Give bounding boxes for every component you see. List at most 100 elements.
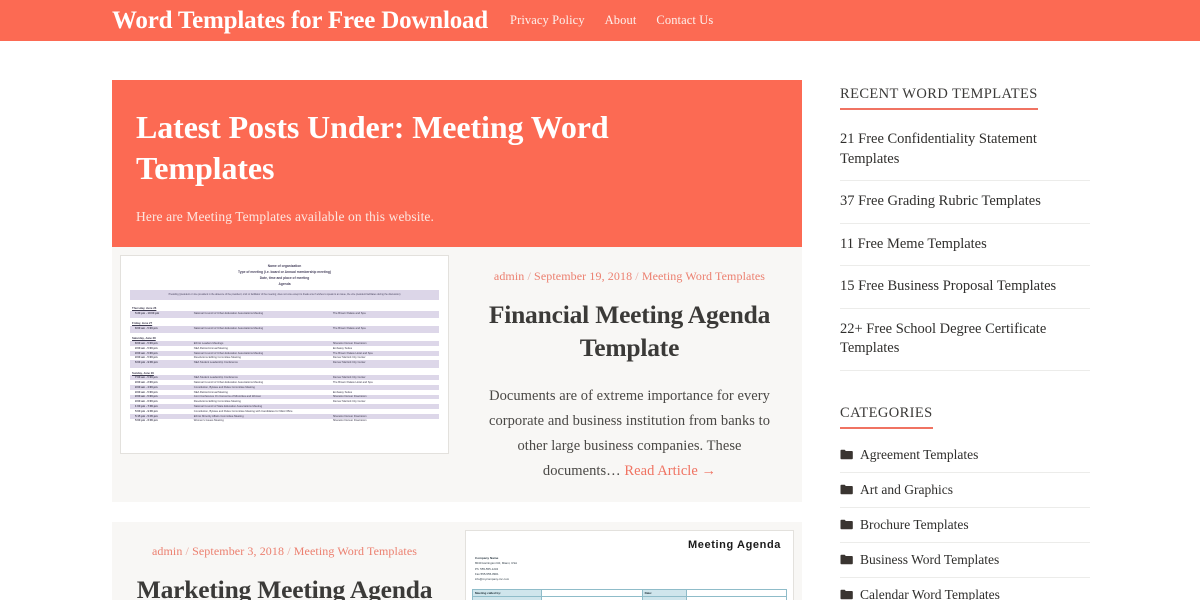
agenda-date-label: Thursday, June 26 [130, 302, 439, 311]
agenda-date-row: Saturday, June 28 [130, 333, 439, 342]
meeting-info-value[interactable] [685, 588, 788, 598]
recent-template-link[interactable]: 15 Free Business Proposal Templates [840, 266, 1090, 308]
archive-hero: Latest Posts Under: Meeting Word Templat… [112, 80, 802, 247]
list-item: Art and Graphics [840, 473, 1090, 508]
recent-template-link[interactable]: 21 Free Confidentiality Statement Templa… [840, 119, 1090, 180]
post-date[interactable]: September 3, 2018 [192, 544, 284, 558]
thumbnail-frame: Meeting Agenda Company Name 8040 Harring… [465, 530, 794, 600]
doc2-title: Meeting Agenda [688, 539, 781, 552]
thumbnail-frame: Name of organization Type of meeting (i.… [120, 255, 449, 454]
agenda-date-label: Friday, June 27 [130, 318, 439, 326]
main-nav: Privacy Policy About Contact Us [510, 13, 713, 29]
post-title: Marketing Meeting Agenda Template [132, 573, 437, 600]
meeting-agenda-form-preview: Meeting Agenda Company Name 8040 Harring… [466, 531, 793, 600]
meta-separator: / [632, 269, 642, 283]
doc-heading-line: Agenda [278, 282, 291, 287]
post-meta: admin / September 3, 2018 / Meeting Word… [152, 544, 417, 559]
meeting-info-table: Meeting called by:Date:Facilitator:Time:… [471, 588, 788, 600]
post-category[interactable]: Meeting Word Templates [294, 544, 417, 558]
company-address: 8040 Harrington Rd, Miami, USA [475, 561, 518, 566]
agenda-date-label: Sunday, June 29 [130, 367, 439, 376]
list-item: Business Word Templates [840, 543, 1090, 578]
agenda-date-row: Thursday, June 26 [130, 302, 439, 311]
company-name: Company Name [475, 556, 499, 561]
folder-icon [840, 519, 853, 530]
widget-title-recent: Recent Word Templates [840, 86, 1038, 110]
post-card: Meeting Agenda Company Name 8040 Harring… [112, 522, 802, 600]
page-title: Latest Posts Under: Meeting Word Templat… [136, 109, 609, 186]
nav-link-privacy-policy[interactable]: Privacy Policy [510, 13, 585, 28]
post-title-link[interactable]: Marketing Meeting Agenda Template [137, 575, 433, 600]
category-label: Calendar Word Templates [860, 586, 1000, 600]
agenda-date-row: Sunday, June 29 [130, 367, 439, 376]
category-link[interactable]: Agreement Templates [840, 438, 1090, 472]
sidebar: Recent Word Templates 21 Free Confidenti… [840, 80, 1090, 600]
doc-note: Presiding (president or vice president i… [130, 290, 439, 300]
page-body: Latest Posts Under: Meeting Word Templat… [0, 41, 1200, 600]
post-text: admin / September 19, 2018 / Meeting Wor… [457, 247, 802, 502]
main-content: Latest Posts Under: Meeting Word Templat… [112, 80, 802, 600]
category-label: Business Word Templates [860, 551, 1000, 567]
post-thumbnail[interactable]: Meeting Agenda Company Name 8040 Harring… [457, 522, 802, 600]
post-card: Name of organization Type of meeting (i.… [112, 247, 802, 503]
recent-template-link[interactable]: 22+ Free School Degree Certificate Templ… [840, 309, 1090, 370]
category-label: Brochure Templates [860, 516, 969, 532]
post-meta: admin / September 19, 2018 / Meeting Wor… [494, 269, 765, 284]
post-category[interactable]: Meeting Word Templates [642, 269, 765, 283]
folder-icon [840, 554, 853, 565]
category-link[interactable]: Calendar Word Templates [840, 578, 1090, 600]
meta-separator: / [182, 544, 193, 559]
nav-link-about[interactable]: About [605, 13, 637, 28]
list-item: Calendar Word Templates [840, 578, 1090, 600]
list-item: 11 Free Meme Templates [840, 224, 1090, 267]
company-fax: Fax:555-555-8901 [475, 571, 499, 576]
categories-list: Agreement Templates Art and Graphics Broch… [840, 438, 1090, 600]
recent-template-link[interactable]: 11 Free Meme Templates [840, 224, 1090, 266]
widget-recent-word-templates: Recent Word Templates 21 Free Confidenti… [840, 85, 1090, 371]
recent-template-link[interactable]: 37 Free Grading Rubric Templates [840, 181, 1090, 223]
list-item: Brochure Templates [840, 508, 1090, 543]
agenda-document-preview: Name of organization Type of meeting (i.… [121, 256, 448, 424]
folder-icon [840, 589, 853, 600]
post-date[interactable]: September 19, 2018 [534, 269, 632, 283]
archive-subtitle: Here are Meeting Templates available on … [136, 208, 435, 224]
read-more-link[interactable]: Read Article → [624, 463, 716, 479]
document-heading: Name of organization Type of meeting (i.… [130, 263, 439, 290]
nav-link-contact-us[interactable]: Contact Us [656, 13, 713, 28]
post-thumbnail[interactable]: Name of organization Type of meeting (i.… [112, 247, 457, 503]
company-phone: Ph: 555-555-1234 [475, 566, 499, 571]
agenda-date-row: Friday, June 27 [130, 318, 439, 326]
meeting-info-value[interactable] [541, 588, 643, 598]
list-item: 37 Free Grading Rubric Templates [840, 181, 1090, 224]
category-label: Agreement Templates [860, 446, 979, 462]
folder-icon [840, 449, 853, 460]
site-title[interactable]: Word Templates for Free Download [112, 8, 488, 33]
agenda-description: Women's Issues Meeting [191, 418, 331, 424]
agenda-table: Thursday, June 26 5:30 pm - 10:00 pm Natio… [130, 302, 439, 424]
post-author[interactable]: admin [152, 544, 183, 558]
site-header: Word Templates for Free Download Privacy… [0, 0, 1200, 41]
agenda-time: 5:00 pm - 6:00 pm [130, 418, 192, 424]
meta-separator: / [524, 269, 535, 283]
agenda-item-row: 5:00 pm - 6:00 pm Women's Issues Meeting S… [130, 418, 439, 424]
post-title-link[interactable]: Financial Meeting Agenda Template [489, 300, 771, 362]
folder-icon [840, 484, 853, 495]
category-link[interactable]: Brochure Templates [840, 508, 1090, 542]
list-item: 22+ Free School Degree Certificate Templ… [840, 309, 1090, 371]
company-email: info@mycompany-inc.com [475, 576, 510, 581]
list-item: 21 Free Confidentiality Statement Templa… [840, 119, 1090, 182]
category-link[interactable]: Business Word Templates [840, 543, 1090, 577]
widget-categories: Categories Agreement Templates Art and Gr… [840, 404, 1090, 600]
meeting-info-label: Meeting called by: [471, 588, 543, 598]
list-item: Agreement Templates [840, 438, 1090, 473]
meeting-info-label: Date: [641, 588, 687, 598]
post-excerpt: Documents are of extreme importance for … [477, 384, 782, 484]
agenda-location: Sheraton Denver Downtown [330, 418, 439, 424]
list-item: 15 Free Business Proposal Templates [840, 266, 1090, 309]
post-text: admin / September 3, 2018 / Meeting Word… [112, 522, 457, 600]
meeting-info-row: Meeting called by: Date: [471, 588, 788, 598]
post-author[interactable]: admin [494, 269, 525, 283]
doc2-company-block: Company Name 8040 Harrington Rd, Miami, … [475, 556, 787, 582]
category-link[interactable]: Art and Graphics [840, 473, 1090, 507]
widget-title-categories: Categories [840, 405, 933, 429]
